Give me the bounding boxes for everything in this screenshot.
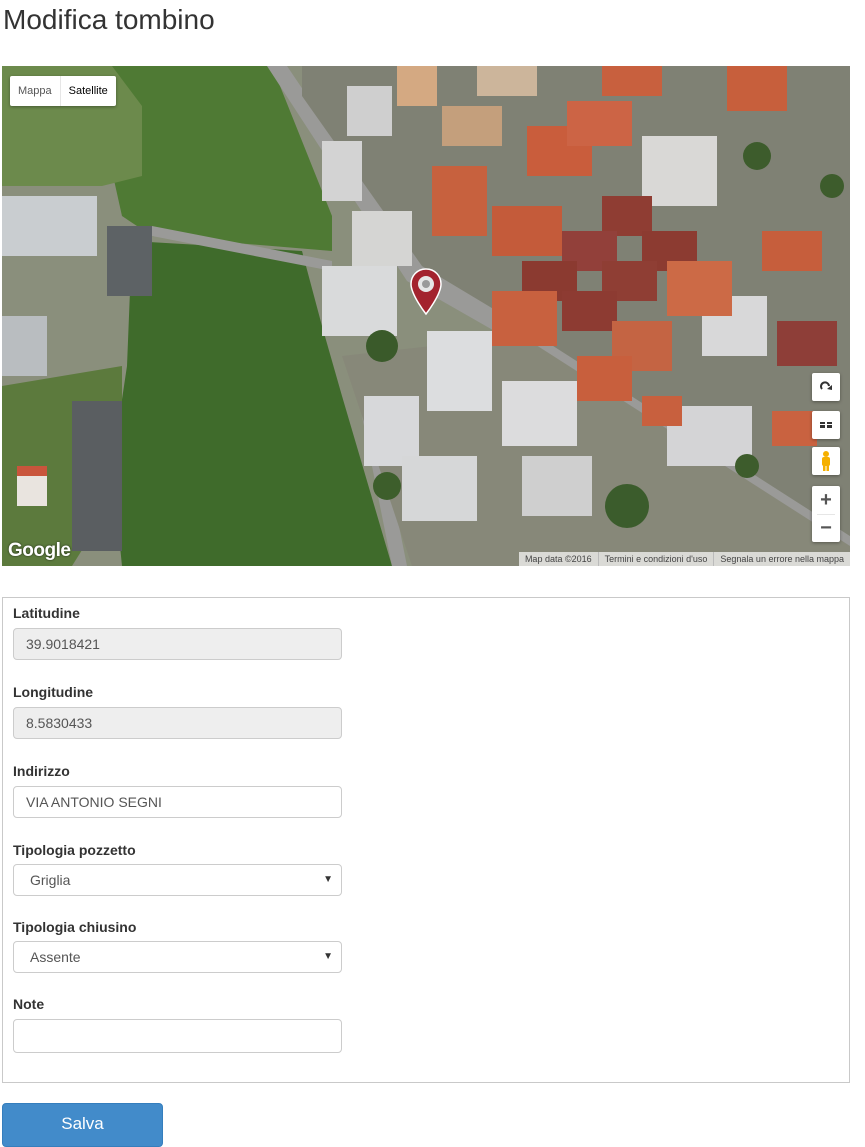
zoom-control[interactable]: + − [812,486,840,542]
google-logo: Google [8,540,71,561]
map[interactable]: Mappa Satellite + − Google Map data ©201… [2,66,850,566]
rotate-button[interactable] [812,373,840,401]
notes-label: Note [13,996,45,1012]
cover-type-value: Assente [30,949,81,965]
map-attribution: Map data ©2016 Termini e condizioni d'us… [518,552,850,566]
tilt-icon [820,422,832,428]
pegman-icon [822,451,830,471]
terms-link[interactable]: Termini e condizioni d'uso [597,552,714,566]
address-field[interactable] [13,786,342,818]
report-error-link[interactable]: Segnala un errore nella mappa [713,552,850,566]
street-view-button[interactable] [812,447,840,475]
map-data-text: Map data ©2016 [524,554,592,564]
save-button[interactable]: Salva [2,1103,163,1147]
longitude-label: Longitudine [13,684,94,700]
rotate-icon [820,381,832,390]
cover-type-label: Tipologia chiusino [13,919,137,935]
zoom-out-button[interactable]: − [812,515,840,542]
manhole-type-label: Tipologia pozzetto [13,842,136,858]
tilt-button[interactable] [812,411,840,439]
map-type-satellite-button[interactable]: Satellite [61,76,116,106]
map-type-toggle[interactable]: Mappa Satellite [10,76,116,106]
manhole-type-value: Griglia [30,872,71,888]
zoom-in-button[interactable]: + [812,486,840,514]
dropdown-arrow-icon: ▼ [323,874,333,885]
location-marker-icon[interactable] [410,268,442,321]
longitude-field[interactable] [13,707,342,739]
map-type-map-button[interactable]: Mappa [10,76,61,106]
latitude-field[interactable] [13,628,342,660]
address-label: Indirizzo [13,763,70,779]
cover-type-select[interactable]: Assente ▼ [13,941,342,973]
manhole-type-select[interactable]: Griglia ▼ [13,864,342,896]
notes-field[interactable] [13,1019,342,1053]
latitude-label: Latitudine [13,605,80,621]
dropdown-arrow-icon: ▼ [323,951,333,962]
form-panel: Latitudine Longitudine Indirizzo Tipolog… [2,597,850,1083]
page-title: Modifica tombino [3,4,215,35]
